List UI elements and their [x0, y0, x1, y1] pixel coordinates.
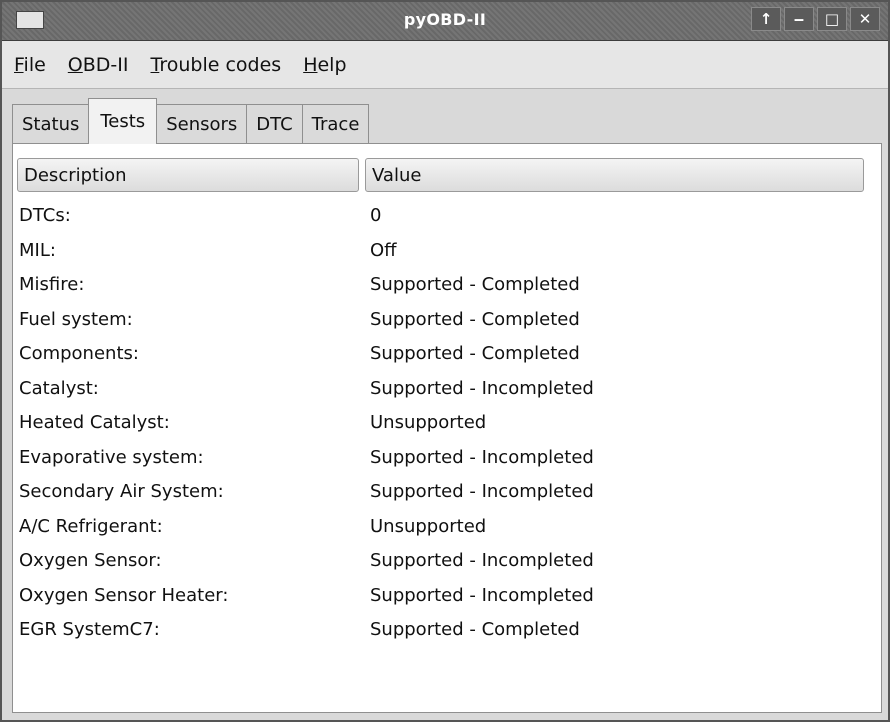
tests-panel: Description Value DTCs: 0 MIL: Off Misfi…: [12, 143, 882, 713]
menu-help[interactable]: Help: [303, 54, 346, 76]
row-description: Evaporative system:: [19, 446, 204, 468]
column-header-value[interactable]: Value: [365, 158, 864, 192]
menu-file[interactable]: File: [14, 54, 46, 76]
close-icon[interactable]: ✕: [850, 7, 880, 31]
row-value: Unsupported: [370, 412, 487, 433]
tests-list: DTCs: 0 MIL: Off Misfire: Supported - Co…: [13, 200, 881, 649]
maximize-icon[interactable]: □: [817, 7, 847, 31]
row-value: Supported - Completed: [370, 343, 580, 364]
menu-file-label: ile: [23, 53, 46, 76]
shade-icon[interactable]: ↑: [751, 7, 781, 31]
column-header-description[interactable]: Description: [17, 158, 359, 192]
menu-obd-ii[interactable]: OBD-II: [68, 54, 129, 76]
table-row[interactable]: Secondary Air System: Supported - Incomp…: [13, 476, 881, 511]
row-description: Components:: [19, 343, 139, 364]
row-description: Misfire:: [19, 274, 85, 295]
row-description: Catalyst:: [19, 377, 99, 399]
row-value: Supported - Completed: [370, 274, 580, 295]
row-description: EGR SystemC7:: [19, 619, 160, 640]
title-bar[interactable]: pyOBD-II ↑ ‒ □ ✕: [2, 2, 888, 41]
table-row[interactable]: Misfire: Supported - Completed: [13, 269, 881, 304]
row-description: A/C Refrigerant:: [19, 515, 163, 537]
table-row[interactable]: DTCs: 0: [13, 200, 881, 235]
row-value: Unsupported: [370, 515, 487, 537]
row-value: Supported - Incompleted: [370, 584, 594, 606]
row-value: Supported - Incompleted: [370, 481, 594, 502]
tab-dtc[interactable]: DTC: [246, 104, 303, 144]
row-description: MIL:: [19, 239, 56, 261]
menu-help-mnemonic: H: [303, 53, 318, 76]
row-description: Heated Catalyst:: [19, 412, 170, 433]
table-row[interactable]: Oxygen Sensor Heater: Supported - Incomp…: [13, 580, 881, 615]
tab-tests[interactable]: Tests: [88, 98, 158, 144]
menu-trouble-codes-mnemonic: T: [150, 53, 160, 76]
table-row[interactable]: Catalyst: Supported - Incompleted: [13, 373, 881, 408]
row-description: Fuel system:: [19, 308, 133, 330]
menu-obd-ii-label: BD-II: [82, 53, 129, 76]
table-row[interactable]: A/C Refrigerant: Unsupported: [13, 511, 881, 546]
menu-trouble-codes[interactable]: Trouble codes: [151, 54, 282, 76]
app-window: pyOBD-II ↑ ‒ □ ✕ File OBD-II Trouble cod…: [0, 0, 890, 722]
row-description: Secondary Air System:: [19, 481, 224, 502]
table-row[interactable]: Heated Catalyst: Unsupported: [13, 407, 881, 442]
row-value: Supported - Incompleted: [370, 446, 594, 468]
table-row[interactable]: Components: Supported - Completed: [13, 338, 881, 373]
row-description: DTCs:: [19, 205, 71, 226]
row-value: 0: [370, 205, 382, 226]
table-row[interactable]: MIL: Off: [13, 235, 881, 270]
row-value: Supported - Incompleted: [370, 550, 594, 571]
row-value: Off: [370, 239, 397, 261]
tab-sensors[interactable]: Sensors: [156, 104, 248, 144]
tab-trace[interactable]: Trace: [301, 104, 370, 144]
row-value: Supported - Completed: [370, 308, 580, 330]
table-row[interactable]: Fuel system: Supported - Completed: [13, 304, 881, 339]
window-controls: ↑ ‒ □ ✕: [751, 7, 880, 31]
tab-status[interactable]: Status: [12, 104, 90, 144]
table-row[interactable]: Oxygen Sensor: Supported - Incompleted: [13, 545, 881, 580]
minimize-icon[interactable]: ‒: [784, 7, 814, 31]
row-description: Oxygen Sensor Heater:: [19, 584, 229, 606]
menu-bar: File OBD-II Trouble codes Help: [2, 41, 888, 89]
menu-trouble-codes-label: rouble codes: [159, 53, 282, 76]
menu-help-label: elp: [317, 53, 347, 76]
table-row[interactable]: Evaporative system: Supported - Incomple…: [13, 442, 881, 477]
tab-bar: Status Tests Sensors DTC Trace: [12, 98, 370, 144]
row-description: Oxygen Sensor:: [19, 550, 162, 571]
row-value: Supported - Incompleted: [370, 377, 594, 399]
menu-obd-ii-mnemonic: O: [67, 53, 83, 76]
row-value: Supported - Completed: [370, 619, 580, 640]
table-row[interactable]: EGR SystemC7: Supported - Completed: [13, 614, 881, 649]
menu-file-mnemonic: F: [14, 53, 24, 76]
